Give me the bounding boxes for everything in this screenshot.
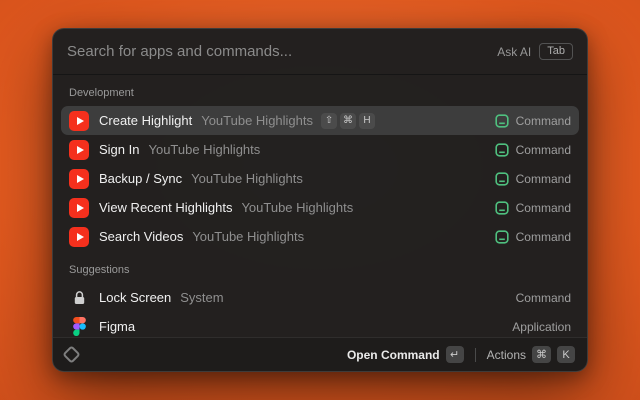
item-type: Command [516, 291, 571, 305]
youtube-icon [69, 227, 89, 247]
footer-bar: Open Command ↵ Actions ⌘ K [53, 337, 587, 371]
command-terminal-icon [495, 201, 509, 215]
command-terminal-icon [495, 114, 509, 128]
h-key-badge: H [359, 113, 375, 129]
item-type: Command [516, 230, 571, 244]
command-key-icon: ⌘ [532, 346, 551, 363]
command-terminal-icon [495, 143, 509, 157]
item-subtitle: YouTube Highlights [201, 113, 313, 128]
item-title: Lock Screen [99, 290, 171, 305]
play-icon [77, 175, 84, 183]
search-bar: Ask AI Tab [53, 29, 587, 75]
item-meta: Command [495, 172, 571, 186]
item-subtitle: YouTube Highlights [148, 142, 260, 157]
play-icon [77, 117, 84, 125]
item-type: Application [512, 320, 571, 334]
item-meta: Command [516, 291, 571, 305]
ask-ai-button[interactable]: Ask AI Tab [497, 43, 573, 60]
shortcut-badges: ⇧ ⌘ H [321, 113, 375, 129]
youtube-icon [69, 140, 89, 160]
item-title: Figma [99, 319, 135, 334]
item-subtitle: YouTube Highlights [191, 171, 303, 186]
play-icon [77, 233, 84, 241]
section-title-suggestions: Suggestions [61, 251, 579, 283]
play-icon [77, 204, 84, 212]
item-type: Command [516, 143, 571, 157]
youtube-icon [69, 169, 89, 189]
item-title: Search Videos [99, 229, 183, 244]
results-list: Development Create Highlight YouTube Hig… [53, 75, 587, 337]
item-type: Command [516, 114, 571, 128]
lock-icon [69, 288, 89, 308]
item-title: Backup / Sync [99, 171, 182, 186]
section-title-development: Development [61, 79, 579, 106]
list-item-backup-sync[interactable]: Backup / Sync YouTube Highlights Command [61, 164, 579, 193]
ask-ai-label: Ask AI [497, 45, 531, 59]
youtube-icon [69, 111, 89, 131]
item-subtitle: YouTube Highlights [192, 229, 304, 244]
figma-icon [69, 317, 89, 337]
list-item-lock-screen[interactable]: Lock Screen System Command [61, 283, 579, 312]
item-type: Command [516, 201, 571, 215]
launcher-window: Ask AI Tab Development Create Highlight … [52, 28, 588, 372]
open-command-button[interactable]: Open Command ↵ [347, 346, 464, 363]
footer-divider [475, 348, 476, 362]
item-type: Command [516, 172, 571, 186]
open-command-label: Open Command [347, 348, 440, 362]
list-item-create-highlight[interactable]: Create Highlight YouTube Highlights ⇧ ⌘ … [61, 106, 579, 135]
play-icon [77, 146, 84, 154]
k-key-badge: K [557, 346, 575, 363]
tab-key-badge: Tab [539, 43, 573, 60]
item-subtitle: System [180, 290, 223, 305]
raycast-logo-icon [62, 345, 80, 363]
actions-button[interactable]: Actions ⌘ K [487, 346, 575, 363]
list-item-figma[interactable]: Figma Application [61, 312, 579, 337]
list-item-view-recent-highlights[interactable]: View Recent Highlights YouTube Highlight… [61, 193, 579, 222]
list-item-sign-in[interactable]: Sign In YouTube Highlights Command [61, 135, 579, 164]
command-key-icon: ⌘ [340, 113, 356, 129]
item-meta: Command [495, 143, 571, 157]
command-terminal-icon [495, 230, 509, 244]
item-title: View Recent Highlights [99, 200, 232, 215]
item-title: Sign In [99, 142, 139, 157]
shift-key-icon: ⇧ [321, 113, 337, 129]
command-terminal-icon [495, 172, 509, 186]
item-subtitle: YouTube Highlights [241, 200, 353, 215]
item-meta: Command [495, 201, 571, 215]
search-input[interactable] [67, 43, 487, 60]
item-meta: Application [512, 320, 571, 334]
item-title: Create Highlight [99, 113, 192, 128]
footer-actions: Open Command ↵ Actions ⌘ K [347, 346, 575, 363]
list-item-search-videos[interactable]: Search Videos YouTube Highlights Command [61, 222, 579, 251]
enter-key-icon: ↵ [446, 346, 464, 363]
item-meta: Command [495, 114, 571, 128]
youtube-icon [69, 198, 89, 218]
item-meta: Command [495, 230, 571, 244]
actions-label: Actions [487, 348, 526, 362]
